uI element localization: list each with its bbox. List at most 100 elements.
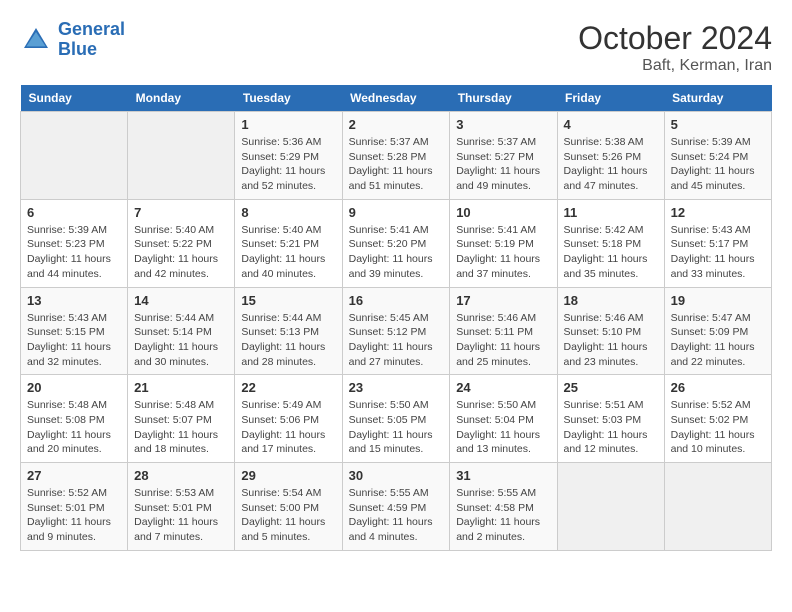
day-number: 10 (456, 205, 550, 220)
day-number: 4 (564, 117, 658, 132)
month-title: October 2024 (578, 20, 772, 57)
day-cell: 3Sunrise: 5:37 AMSunset: 5:27 PMDaylight… (450, 112, 557, 200)
day-number: 13 (27, 293, 121, 308)
header-row: Sunday Monday Tuesday Wednesday Thursday… (21, 85, 772, 112)
day-number: 19 (671, 293, 765, 308)
day-number: 28 (134, 468, 228, 483)
day-info: Sunrise: 5:39 AMSunset: 5:24 PMDaylight:… (671, 135, 765, 194)
week-row-1: 1 Sunrise: 5:36 AMSunset: 5:29 PMDaylight… (21, 112, 772, 200)
day-cell: 25Sunrise: 5:51 AMSunset: 5:03 PMDayligh… (557, 375, 664, 463)
day-cell: 15 Sunrise: 5:44 AMSunset: 5:13 PMDayligh… (235, 287, 342, 375)
day-number: 11 (564, 205, 658, 220)
day-cell: 4Sunrise: 5:38 AMSunset: 5:26 PMDaylight… (557, 112, 664, 200)
logo-line1: General (58, 19, 125, 39)
calendar-body: 1 Sunrise: 5:36 AMSunset: 5:29 PMDaylight… (21, 112, 772, 551)
day-cell: 1 Sunrise: 5:36 AMSunset: 5:29 PMDaylight… (235, 112, 342, 200)
week-row-2: 6Sunrise: 5:39 AMSunset: 5:23 PMDaylight… (21, 199, 772, 287)
day-info: Sunrise: 5:51 AMSunset: 5:03 PMDaylight:… (564, 398, 658, 457)
day-cell (557, 463, 664, 551)
day-number: 7 (134, 205, 228, 220)
day-info: Sunrise: 5:53 AMSunset: 5:01 PMDaylight:… (134, 486, 228, 545)
day-number: 26 (671, 380, 765, 395)
week-row-4: 20Sunrise: 5:48 AMSunset: 5:08 PMDayligh… (21, 375, 772, 463)
day-cell: 23Sunrise: 5:50 AMSunset: 5:05 PMDayligh… (342, 375, 450, 463)
day-info: Sunrise: 5:39 AMSunset: 5:23 PMDaylight:… (27, 223, 121, 282)
day-cell: 31Sunrise: 5:55 AMSunset: 4:58 PMDayligh… (450, 463, 557, 551)
day-info: Sunrise: 5:46 AMSunset: 5:10 PMDaylight:… (564, 311, 658, 370)
day-cell: 10Sunrise: 5:41 AMSunset: 5:19 PMDayligh… (450, 199, 557, 287)
logo-icon (20, 24, 52, 56)
week-row-5: 27Sunrise: 5:52 AMSunset: 5:01 PMDayligh… (21, 463, 772, 551)
day-info: Sunrise: 5:46 AMSunset: 5:11 PMDaylight:… (456, 311, 550, 370)
day-cell: 6Sunrise: 5:39 AMSunset: 5:23 PMDaylight… (21, 199, 128, 287)
logo-line2: Blue (58, 39, 97, 59)
title-block: October 2024 Baft, Kerman, Iran (578, 20, 772, 75)
col-wednesday: Wednesday (342, 85, 450, 112)
day-cell: 17Sunrise: 5:46 AMSunset: 5:11 PMDayligh… (450, 287, 557, 375)
day-cell: 13Sunrise: 5:43 AMSunset: 5:15 PMDayligh… (21, 287, 128, 375)
day-info: Sunrise: 5:41 AMSunset: 5:20 PMDaylight:… (349, 223, 444, 282)
calendar-header: Sunday Monday Tuesday Wednesday Thursday… (21, 85, 772, 112)
day-cell: 9 Sunrise: 5:41 AMSunset: 5:20 PMDaylight… (342, 199, 450, 287)
day-cell (21, 112, 128, 200)
day-number: 22 (241, 380, 335, 395)
day-cell: 29 Sunrise: 5:54 AMSunset: 5:00 PMDayligh… (235, 463, 342, 551)
day-number: 1 (241, 117, 335, 132)
day-info: Sunrise: 5:37 AMSunset: 5:28 PMDaylight:… (349, 135, 444, 194)
day-cell: 18 Sunrise: 5:46 AMSunset: 5:10 PMDayligh… (557, 287, 664, 375)
day-info: Sunrise: 5:49 AMSunset: 5:06 PMDaylight:… (241, 398, 335, 457)
day-number: 8 (241, 205, 335, 220)
day-cell: 30 Sunrise: 5:55 AMSunset: 4:59 PMDayligh… (342, 463, 450, 551)
day-info: Sunrise: 5:45 AMSunset: 5:12 PMDaylight:… (349, 311, 444, 370)
day-number: 20 (27, 380, 121, 395)
col-saturday: Saturday (664, 85, 771, 112)
day-info: Sunrise: 5:40 AMSunset: 5:21 PMDaylight:… (241, 223, 335, 282)
day-number: 27 (27, 468, 121, 483)
day-number: 21 (134, 380, 228, 395)
col-sunday: Sunday (21, 85, 128, 112)
day-number: 18 (564, 293, 658, 308)
day-number: 16 (349, 293, 444, 308)
day-cell: 26 Sunrise: 5:52 AMSunset: 5:02 PMDayligh… (664, 375, 771, 463)
day-info: Sunrise: 5:43 AMSunset: 5:17 PMDaylight:… (671, 223, 765, 282)
day-cell: 24 Sunrise: 5:50 AMSunset: 5:04 PMDayligh… (450, 375, 557, 463)
day-cell: 14Sunrise: 5:44 AMSunset: 5:14 PMDayligh… (128, 287, 235, 375)
day-info: Sunrise: 5:36 AMSunset: 5:29 PMDaylight:… (241, 135, 335, 194)
day-number: 15 (241, 293, 335, 308)
day-info: Sunrise: 5:50 AMSunset: 5:04 PMDaylight:… (456, 398, 550, 457)
day-cell: 27Sunrise: 5:52 AMSunset: 5:01 PMDayligh… (21, 463, 128, 551)
day-cell: 16 Sunrise: 5:45 AMSunset: 5:12 PMDayligh… (342, 287, 450, 375)
day-number: 31 (456, 468, 550, 483)
page-header: General Blue October 2024 Baft, Kerman, … (20, 20, 772, 75)
day-cell: 12 Sunrise: 5:43 AMSunset: 5:17 PMDayligh… (664, 199, 771, 287)
day-number: 29 (241, 468, 335, 483)
day-cell: 5 Sunrise: 5:39 AMSunset: 5:24 PMDaylight… (664, 112, 771, 200)
day-cell: 28 Sunrise: 5:53 AMSunset: 5:01 PMDayligh… (128, 463, 235, 551)
day-cell: 20Sunrise: 5:48 AMSunset: 5:08 PMDayligh… (21, 375, 128, 463)
logo-text: General Blue (58, 20, 125, 60)
col-friday: Friday (557, 85, 664, 112)
day-info: Sunrise: 5:54 AMSunset: 5:00 PMDaylight:… (241, 486, 335, 545)
day-number: 30 (349, 468, 444, 483)
day-number: 2 (349, 117, 444, 132)
day-cell: 19Sunrise: 5:47 AMSunset: 5:09 PMDayligh… (664, 287, 771, 375)
day-info: Sunrise: 5:42 AMSunset: 5:18 PMDaylight:… (564, 223, 658, 282)
day-number: 3 (456, 117, 550, 132)
day-number: 12 (671, 205, 765, 220)
day-number: 9 (349, 205, 444, 220)
day-number: 24 (456, 380, 550, 395)
day-cell: 11 Sunrise: 5:42 AMSunset: 5:18 PMDayligh… (557, 199, 664, 287)
day-info: Sunrise: 5:48 AMSunset: 5:07 PMDaylight:… (134, 398, 228, 457)
day-number: 5 (671, 117, 765, 132)
col-tuesday: Tuesday (235, 85, 342, 112)
day-info: Sunrise: 5:44 AMSunset: 5:14 PMDaylight:… (134, 311, 228, 370)
day-cell (128, 112, 235, 200)
col-thursday: Thursday (450, 85, 557, 112)
day-cell: 21 Sunrise: 5:48 AMSunset: 5:07 PMDayligh… (128, 375, 235, 463)
week-row-3: 13Sunrise: 5:43 AMSunset: 5:15 PMDayligh… (21, 287, 772, 375)
day-info: Sunrise: 5:55 AMSunset: 4:59 PMDaylight:… (349, 486, 444, 545)
day-info: Sunrise: 5:52 AMSunset: 5:02 PMDaylight:… (671, 398, 765, 457)
day-cell (664, 463, 771, 551)
day-info: Sunrise: 5:40 AMSunset: 5:22 PMDaylight:… (134, 223, 228, 282)
day-info: Sunrise: 5:44 AMSunset: 5:13 PMDaylight:… (241, 311, 335, 370)
